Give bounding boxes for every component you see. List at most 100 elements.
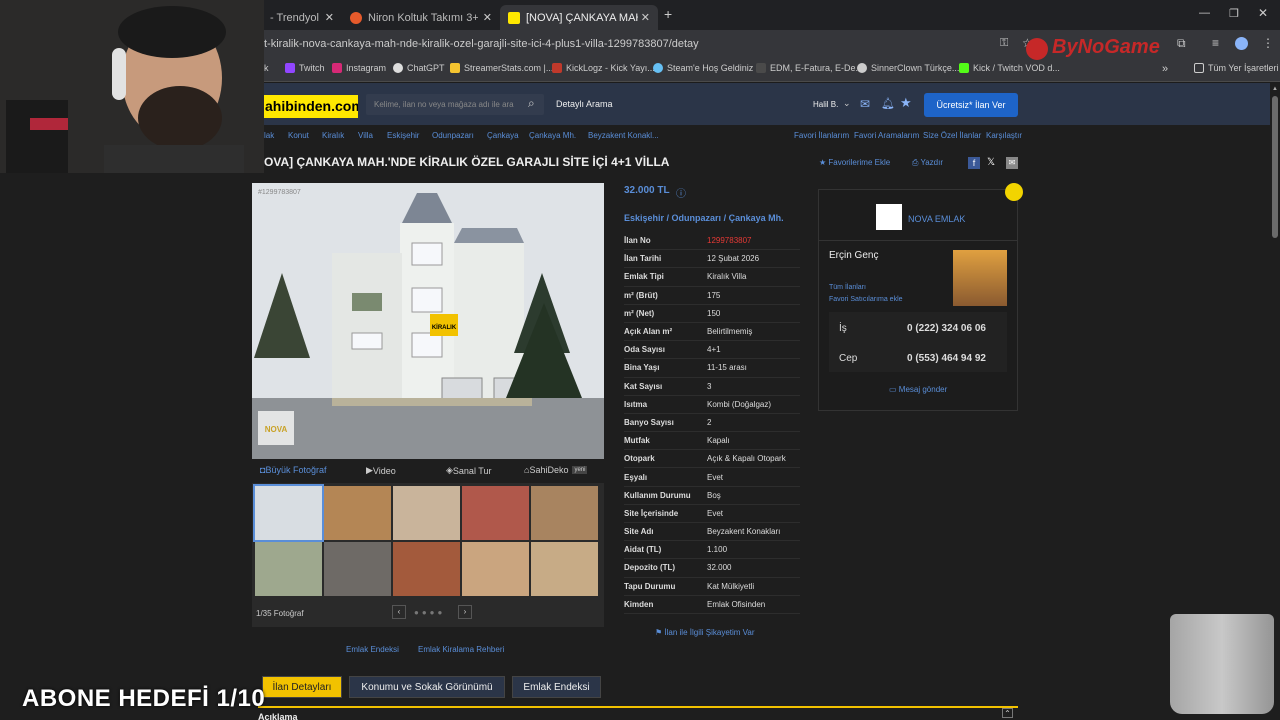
location-breadcrumb: Eskişehir / Odunpazarı / Çankaya Mh. [624,213,784,223]
facebook-icon[interactable]: f [968,157,980,169]
post-ad-button[interactable]: Ücretsiz* İlan Ver [924,93,1018,117]
more-bookmarks-icon[interactable]: » [1162,63,1168,75]
thumbnail[interactable] [531,542,598,596]
favorite-searches-link[interactable]: Favori Aramalarım [854,131,919,140]
all-listings-link[interactable]: Tüm İlanları [829,284,866,291]
breadcrumb-item[interactable]: Odunpazarı [432,131,474,140]
bookmark-edm[interactable]: EDM, E-Fatura, E-De... [756,63,863,73]
bookmark-kick-vod[interactable]: Kick / Twitch VOD d... [959,63,1060,73]
prev-arrow-icon[interactable]: ‹ [392,605,406,619]
next-arrow-icon[interactable]: › [458,605,472,619]
extensions-icon[interactable]: ⧉ [1177,36,1186,51]
info-icon[interactable]: ⓘ [676,185,686,200]
tab-trendyol[interactable]: - Trendyol ✕ [262,5,342,30]
mail-share-icon[interactable]: ✉ [1006,157,1018,169]
tab-price-index[interactable]: Emlak Endeksi [512,676,601,698]
tab-listing-details[interactable]: İlan Detayları [262,676,342,698]
breadcrumb-item[interactable]: Beyzakent Konakl... [588,131,659,140]
thumbnail[interactable] [531,486,598,540]
key-icon[interactable]: ⚿ [1000,37,1008,50]
breadcrumb-item[interactable]: Kiralık [322,131,344,140]
thumbnail[interactable] [324,542,391,596]
location-neighborhood[interactable]: Çankaya Mh. [729,213,784,223]
tab-virtual-tour[interactable]: ◈ Sanal Tur [446,465,491,476]
restore-icon[interactable]: ❐ [1229,7,1239,20]
close-icon[interactable]: ✕ [325,11,334,24]
send-message-button[interactable]: ▭ Mesaj gönder [889,385,947,394]
close-window-icon[interactable]: ✕ [1258,6,1268,20]
detail-row: Kat Sayısı 3 [624,378,800,396]
detailed-search-link[interactable]: Detaylı Arama [556,99,613,109]
favorite-seller-link[interactable]: Favori Satıcılarıma ekle [829,296,903,303]
bookmark-kicklogz[interactable]: KickLogz - Kick Yayı... [552,63,655,73]
breadcrumb-item[interactable]: Villa [358,131,373,140]
thumbnail[interactable] [393,486,460,540]
site-logo[interactable]: ahibinden.com [264,95,358,118]
bookmark-item[interactable]: k [264,63,269,73]
close-icon[interactable]: ✕ [641,11,650,24]
tab-sahibinden[interactable]: [NOVA] ÇANKAYA MAH.'NDE KI ✕ [500,5,658,30]
detail-key: m² (Brüt) [624,290,658,300]
tab-large-photo[interactable]: ◘ Büyük Fotoğraf [260,465,326,475]
minimize-icon[interactable]: — [1199,7,1210,19]
main-photo[interactable]: KİRALIK NOVA #1299783807 [252,183,604,459]
special-listings-link[interactable]: Size Özel İlanlar [923,131,981,140]
bookmark-instagram[interactable]: Instagram [332,63,386,73]
star-icon[interactable]: ★ [900,95,912,111]
new-tab-icon[interactable]: + [664,6,672,22]
price-index-link[interactable]: Emlak Endeksi [346,645,399,654]
all-bookmarks[interactable]: Tüm Yer İşaretleri [1194,63,1279,73]
store-name[interactable]: NOVA EMLAK [908,214,965,224]
detail-value: 12 Şubat 2026 [707,254,760,264]
bookmark-steam[interactable]: Steam'e Hoş Geldiniz [653,63,753,73]
profile-avatar[interactable] [1235,37,1248,50]
thumbnail[interactable] [324,486,391,540]
thumbnail[interactable] [255,542,322,596]
thumbnail[interactable] [393,542,460,596]
chevron-down-icon[interactable]: ⌄ [843,98,851,109]
location-district[interactable]: Odunpazarı [672,213,722,223]
bell-icon[interactable]: 🔔︎ [881,97,895,110]
thumbnail[interactable] [253,484,324,542]
mail-icon[interactable]: ✉ [860,97,870,111]
compare-link[interactable]: Karşılaştır [986,131,1022,140]
bookmark-streamerstats[interactable]: StreamerStats.com |... [450,63,553,73]
scrollbar-thumb[interactable] [1272,96,1278,238]
menu-icon[interactable]: ⋮ [1262,36,1274,50]
search-icon[interactable]: ⌕ [528,96,535,111]
breadcrumb-item[interactable]: Eskişehir [387,131,419,140]
breadcrumb-item[interactable]: Konut [288,131,309,140]
location-city[interactable]: Eskişehir [624,213,664,223]
x-icon[interactable]: 𝕏 [987,157,995,168]
search-input[interactable]: Kelime, ilan no veya mağaza adı ile ara [366,94,544,115]
complaint-link[interactable]: ⚑ İlan ile İlgili Şikayetim Var [655,628,755,637]
bookmark-chatgpt[interactable]: ChatGPT [393,63,445,73]
add-favorite-button[interactable]: ★ Favorilerime Ekle [819,158,890,167]
detail-key: Site İçerisinde [624,508,679,518]
bookmark-twitch[interactable]: Twitch [285,63,325,73]
tab-location-street-view[interactable]: Konumu ve Sokak Görünümü [349,676,505,698]
phone-row[interactable]: İş 0 (222) 324 06 06 [829,315,1007,341]
user-menu[interactable]: Halil B. [813,100,838,109]
kicklogz-icon [552,63,562,73]
breadcrumb-item[interactable]: lak [264,131,274,140]
breadcrumb-item[interactable]: Çankaya Mh. [529,131,576,140]
close-icon[interactable]: ✕ [483,11,492,24]
scroll-up-icon[interactable]: ▲ [1272,86,1278,92]
breadcrumb-item[interactable]: Çankaya [487,131,519,140]
tab-sahideko[interactable]: ⌂ SahiDeko yeni [524,465,588,475]
url-field[interactable]: t-kiralik-nova-cankaya-mah-nde-kiralik-o… [264,34,984,54]
tab-video[interactable]: ▶ Video [366,465,396,476]
rental-guide-link[interactable]: Emlak Kiralama Rehberi [418,645,504,654]
media-icon[interactable]: ≡ [1212,36,1219,50]
store-logo[interactable] [876,204,902,230]
tab-niron[interactable]: Niron Koltuk Takımı 3+3+1+1 G ✕ [342,5,500,30]
phone-row[interactable]: Cep 0 (553) 464 94 92 [829,345,1007,371]
thumbnail[interactable] [462,486,529,540]
bookmark-sinnerclown[interactable]: SinnerClown Türkçe... [857,63,959,73]
collapse-icon[interactable]: ⌃ [1002,708,1013,718]
detail-key: Bina Yaşı [624,363,660,373]
favorite-listings-link[interactable]: Favori İlanlarım [794,131,849,140]
print-button[interactable]: ⎙ Yazdır [912,158,943,168]
thumbnail[interactable] [462,542,529,596]
